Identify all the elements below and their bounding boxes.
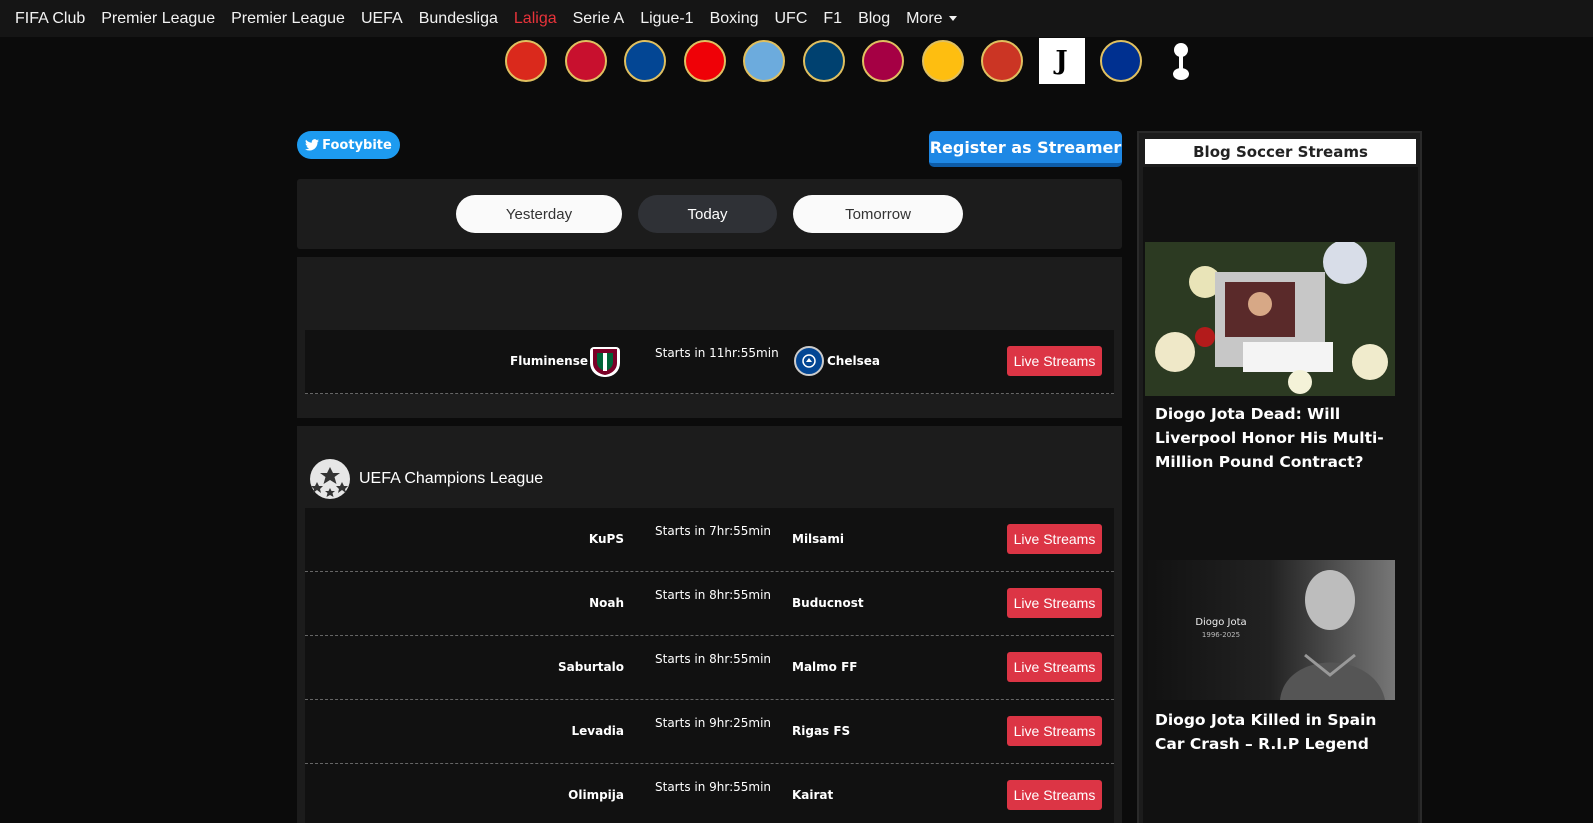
psg-crest-icon [802,40,845,82]
away-team: Kairat [792,788,834,802]
featured-match-section: Fluminense Starts in 11hr:55min Chelsea … [297,257,1122,418]
tottenham-cockerel-icon [1172,43,1189,80]
match-row: Noah Starts in 8hr:55min Buducnost Live … [305,572,1114,636]
nav-ufc[interactable]: UFC [775,10,808,28]
nav-f1[interactable]: F1 [823,10,842,28]
post-title-link[interactable]: Diogo Jota Killed in Spain Car Crash – R… [1155,708,1400,756]
home-team: Saburtalo [558,660,624,674]
nav-more-dropdown[interactable]: More [906,9,957,28]
manchester-city-logo[interactable] [741,38,787,84]
home-team: Olimpija [568,788,624,802]
psg-logo[interactable] [801,38,847,84]
match-row: Saburtalo Starts in 8hr:55min Malmo FF L… [305,636,1114,700]
tottenham-logo[interactable] [1158,38,1204,84]
chevron-down-icon [948,15,957,21]
atletico-madrid-crest-icon [981,40,1023,82]
barcelona-logo[interactable] [860,38,906,84]
nav-blog[interactable]: Blog [858,10,890,28]
manchester-city-crest-icon [743,40,785,82]
sidebar-posts: Diogo Jota Dead: Will Liverpool Honor Hi… [1143,167,1418,823]
live-streams-button[interactable]: Live Streams [1007,524,1102,554]
twitter-footybite-button[interactable]: Footybite [297,131,400,159]
top-navbar: FIFA Club Premier League Premier League … [0,0,1593,37]
match-start-time: Starts in 9hr:55min [655,780,772,794]
nav-bundesliga[interactable]: Bundesliga [419,10,498,28]
home-team: Levadia [571,724,624,738]
chelsea-crest-icon [794,346,824,376]
arsenal-logo[interactable] [682,38,728,84]
away-team: Rigas FS [792,724,851,738]
match-row: Levadia Starts in 9hr:25min Rigas FS Liv… [305,700,1114,764]
post-title-link[interactable]: Diogo Jota Dead: Will Liverpool Honor Hi… [1155,402,1400,474]
live-streams-button[interactable]: Live Streams [1007,780,1102,810]
chelsea-crest-icon [624,40,666,82]
away-team: Milsami [792,532,845,546]
leicester-city-logo[interactable] [1098,38,1144,84]
real-madrid-logo[interactable] [920,38,966,84]
arsenal-crest-icon [683,40,726,82]
chelsea-logo[interactable] [622,38,668,84]
home-team: Noah [589,596,624,610]
match-row: Olimpija Starts in 9hr:55min Kairat Live… [305,764,1114,823]
away-team: Chelsea [827,354,880,368]
sidebar-title: Blog Soccer Streams [1145,139,1416,164]
twitter-bird-icon [305,139,320,151]
atletico-madrid-logo[interactable] [979,38,1025,84]
live-streams-button[interactable]: Live Streams [1007,588,1102,618]
nav-more-label: More [906,9,943,27]
tab-today[interactable]: Today [638,195,777,233]
match-start-time: Starts in 8hr:55min [655,588,772,602]
blog-sidebar: Blog Soccer Streams Diogo Jota Dead: Wil… [1137,131,1422,823]
post-image[interactable] [1145,242,1395,396]
live-streams-button[interactable]: Live Streams [1007,346,1102,376]
day-tabs-panel: Yesterday Today Tomorrow [297,179,1122,249]
home-team: KuPS [588,532,624,546]
away-team: Buducnost [792,596,864,610]
liverpool-crest-icon [564,40,607,82]
live-streams-button[interactable]: Live Streams [1007,716,1102,746]
manchester-united-logo[interactable] [503,38,549,84]
liverpool-logo[interactable] [563,38,609,84]
away-team: Malmo FF [792,660,858,674]
nav-premier-league-2[interactable]: Premier League [231,10,345,28]
memorial-photo-image [1145,560,1395,700]
match-row: Fluminense Starts in 11hr:55min Chelsea … [305,330,1114,394]
tribute-photo-image [1145,242,1395,396]
tab-tomorrow[interactable]: Tomorrow [793,195,963,233]
home-team: Fluminense [510,354,588,368]
leicester-city-crest-icon [1100,40,1142,82]
post-image-years: 1996-2025 [1201,631,1241,639]
nav-boxing[interactable]: Boxing [710,10,759,28]
club-logos-row: J [503,38,1217,84]
fluminense-crest-icon [590,347,620,377]
nav-fifa-club[interactable]: FIFA Club [15,10,85,28]
league-header: UEFA Champions League [309,458,543,500]
real-madrid-crest-icon [921,40,964,82]
tab-yesterday[interactable]: Yesterday [456,195,622,233]
post-image[interactable]: Diogo Jota 1996-2025 [1145,560,1395,700]
match-start-time: Starts in 7hr:55min [655,524,772,538]
twitter-label: Footybite [322,137,392,153]
match-start-time: Starts in 11hr:55min [655,346,779,360]
register-as-streamer-button[interactable]: Register as Streamer [929,131,1122,167]
barcelona-crest-icon [862,40,904,82]
nav-uefa[interactable]: UEFA [361,10,403,28]
champions-league-ball-icon [310,459,350,499]
nav-premier-league[interactable]: Premier League [101,10,215,28]
post-image-caption: Diogo Jota [1195,617,1247,628]
nav-ligue-1[interactable]: Ligue-1 [640,10,693,28]
juventus-logo[interactable]: J [1038,38,1085,84]
league-name: UEFA Champions League [359,470,544,487]
live-streams-button[interactable]: Live Streams [1007,652,1102,682]
nav-serie-a[interactable]: Serie A [573,10,625,28]
match-row: KuPS Starts in 7hr:55min Milsami Live St… [305,508,1114,572]
nav-laliga[interactable]: Laliga [514,10,557,28]
match-start-time: Starts in 9hr:25min [655,716,772,730]
uefa-champions-league-section: UEFA Champions League KuPS Starts in 7hr… [297,426,1122,823]
match-start-time: Starts in 8hr:55min [655,652,772,666]
manchester-united-crest-icon [505,40,547,82]
